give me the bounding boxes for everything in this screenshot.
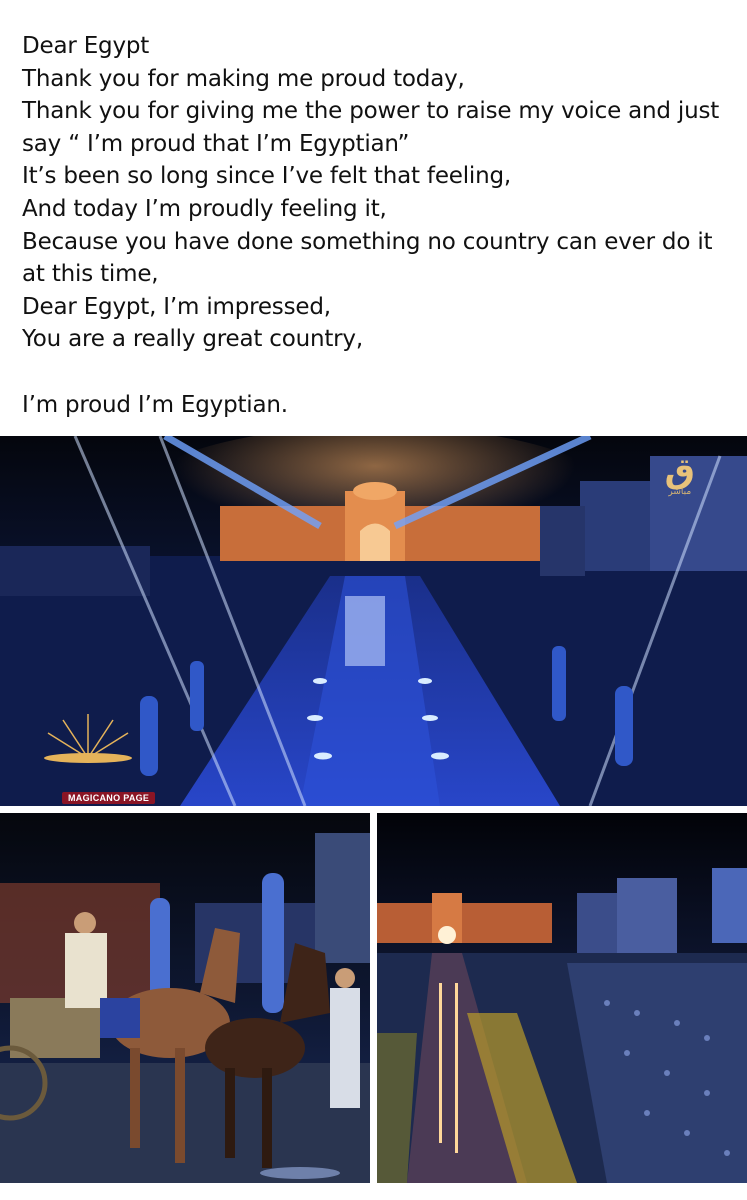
procession-aerial-illustration (377, 813, 747, 1183)
post-line-5: And today I’m proudly feeling it, (22, 195, 387, 222)
parade-aerial-photo[interactable]: ق مباشر MAGICANO PAGE (0, 436, 747, 806)
channel-logo: ق مباشر (665, 454, 695, 497)
post-line-7: Dear Egypt, I’m impressed, (22, 293, 331, 320)
chariot-horses-illustration (0, 813, 370, 1183)
channel-logo-subtext: مباشر (668, 487, 692, 497)
channel-logo-glyph: ق (664, 451, 695, 491)
procession-aerial-photo[interactable] (377, 813, 747, 1183)
post-text: Dear Egypt Thank you for making me proud… (22, 30, 737, 421)
parade-aerial-illustration (0, 436, 747, 806)
post-line-9: I’m proud I’m Egyptian. (22, 391, 288, 418)
post-line-3: Thank you for giving me the power to rai… (22, 98, 720, 157)
magicano-watermark: MAGICANO PAGE (62, 792, 156, 804)
post-line-8: You are a really great country, (22, 326, 363, 353)
post-line-4: It’s been so long since I’ve felt that f… (22, 163, 511, 190)
post-line-2: Thank you for making me proud today, (22, 65, 465, 92)
post-line-1: Dear Egypt (22, 33, 150, 59)
chariot-horses-photo[interactable] (0, 813, 370, 1183)
post-line-6: Because you have done something no count… (22, 228, 713, 288)
